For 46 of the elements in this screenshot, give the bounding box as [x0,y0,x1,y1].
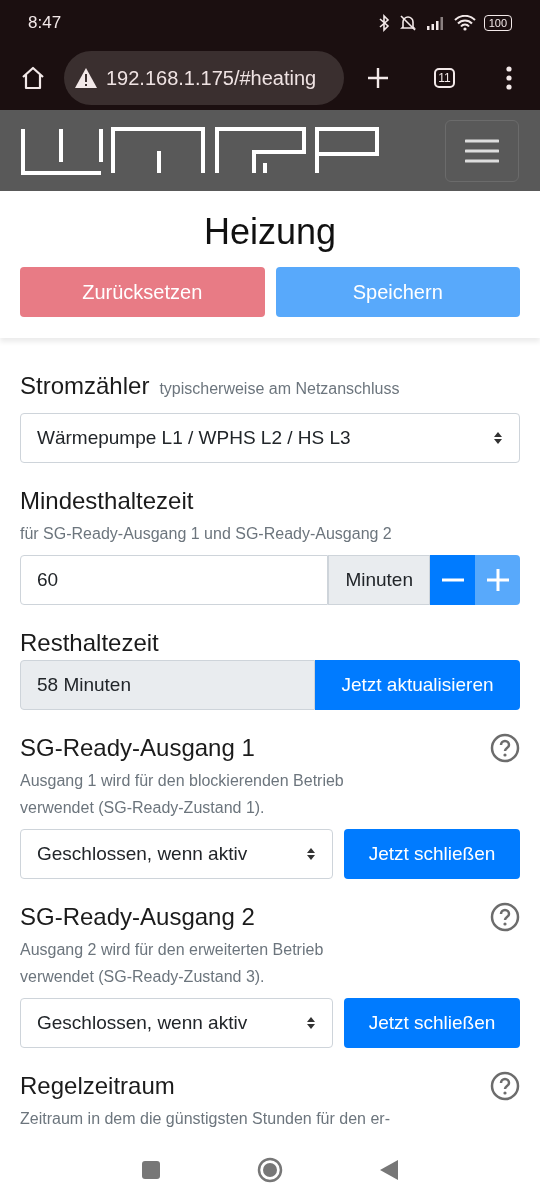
close-now-button[interactable]: Jetzt schließen [344,998,520,1048]
section-description: für SG-Ready-Ausgang 1 und SG-Ready-Ausgang 2 [20,524,393,544]
section-description: Zeitraum in dem die günstigsten Stunden für den er- [20,1109,390,1129]
address-bar[interactable]: 192.168.1.175/#heating [64,51,344,106]
help-icon[interactable] [490,902,520,932]
battery-indicator: 100 [483,14,512,31]
select-field[interactable]: Geschlossen, wenn aktiv [20,829,333,879]
more-icon[interactable] [505,66,513,91]
updown-caret-icon [306,1016,316,1030]
section-title: Mindesthaltezeit [20,487,194,515]
section-title: Regelzeitraum [20,1072,175,1100]
section-description: Ausgang 2 wird für den erweiterten Betrieb verwendet (SG-Ready-Zustand 3). [20,940,325,987]
remaining-time-field: 58 Minuten [20,660,315,710]
home-button-icon[interactable] [257,1157,283,1183]
section-title: SG-Ready-Ausgang 1 [20,734,255,762]
warning-icon [74,67,98,90]
updown-caret-icon [306,847,316,861]
select-field[interactable]: Wärmepumpe L1 / WPHS L2 / HS L3 [20,413,520,463]
refresh-button[interactable]: Jetzt aktualisieren [315,660,520,710]
bluetooth-icon [377,13,390,32]
menu-icon [465,138,499,163]
close-now-button[interactable]: Jetzt schließen [344,829,520,879]
help-icon[interactable] [490,1071,520,1101]
tab-count[interactable]: 11 [434,68,455,89]
menu-button[interactable] [445,119,519,182]
page-title: Heizung [202,211,338,253]
unit-label: Minuten [328,555,430,605]
recents-icon[interactable] [141,1160,161,1180]
clock: 8:47 [28,12,62,33]
section-title: SG-Ready-Ausgang 2 [20,903,255,931]
number-field[interactable]: 60 [20,555,329,605]
back-icon[interactable] [379,1159,399,1181]
section-hint: typischerweise am Netzanschluss [159,380,400,398]
section-title: Stromzähler [20,372,150,400]
help-icon[interactable] [490,733,520,763]
section-title: Resthaltezeit [20,629,159,657]
plus-icon[interactable] [366,66,390,91]
select-field[interactable]: Geschlossen, wenn aktiv [20,998,333,1048]
minus-icon [441,578,464,582]
wifi-icon [453,14,476,31]
muted-bell-icon [397,13,418,32]
section-description: Ausgang 1 wird für den blockierenden Betrieb verwendet (SG-Ready-Zustand 1). [20,771,345,818]
home-icon[interactable] [20,65,46,92]
updown-caret-icon [493,431,503,445]
plus-icon [486,569,509,591]
signal-icon [425,14,446,31]
